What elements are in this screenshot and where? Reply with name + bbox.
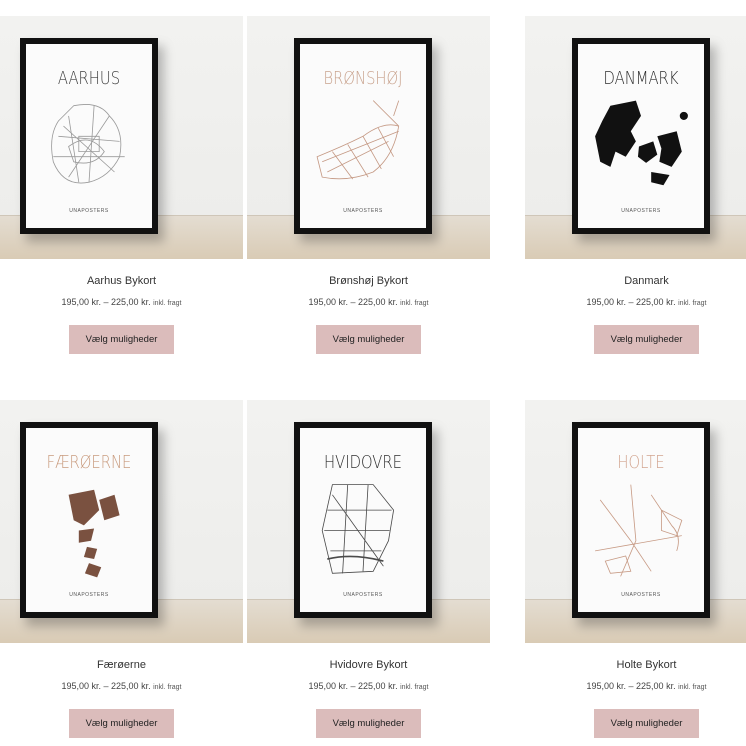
product-image[interactable]: HVIDOVRE UNAPOSTERS: [247, 400, 490, 643]
poster-title: HOLTE: [617, 452, 665, 473]
select-options-button[interactable]: Vælg muligheder: [316, 325, 421, 354]
product-info: Brønshøj Bykort 195,00 kr. – 225,00 kr. …: [247, 274, 490, 354]
holte-map-icon: [595, 484, 683, 577]
product-name[interactable]: Hvidovre Bykort: [247, 658, 490, 672]
select-options-button[interactable]: Vælg muligheder: [69, 325, 174, 354]
poster-frame: DANMARK UNAPOSTERS: [572, 38, 710, 234]
product-name[interactable]: Færøerne: [0, 658, 243, 672]
hvidovre-map-icon: [321, 484, 395, 574]
brand-logo: UNAPOSTERS: [69, 208, 109, 214]
aarhus-map-icon: [51, 104, 125, 184]
bronshoj-map-icon: [316, 100, 400, 180]
poster-frame: FÆRØERNE UNAPOSTERS: [20, 422, 158, 618]
brand-logo: UNAPOSTERS: [343, 208, 383, 214]
poster-frame: HVIDOVRE UNAPOSTERS: [294, 422, 432, 618]
price-range: 195,00 kr. – 225,00 kr.: [586, 681, 676, 691]
product-info: Aarhus Bykort 195,00 kr. – 225,00 kr. in…: [0, 274, 243, 354]
product-info: Hvidovre Bykort 195,00 kr. – 225,00 kr. …: [247, 658, 490, 738]
product-price: 195,00 kr. – 225,00 kr. inkl. fragt: [247, 296, 490, 310]
poster-title: FÆRØERNE: [46, 452, 132, 473]
product-info: Danmark 195,00 kr. – 225,00 kr. inkl. fr…: [525, 274, 746, 354]
product-image[interactable]: HOLTE UNAPOSTERS: [525, 400, 746, 643]
price-range: 195,00 kr. – 225,00 kr.: [586, 297, 676, 307]
product-info: Holte Bykort 195,00 kr. – 225,00 kr. ink…: [525, 658, 746, 738]
product-price: 195,00 kr. – 225,00 kr. inkl. fragt: [247, 680, 490, 694]
product-image[interactable]: AARHUS UNAPOSTERS: [0, 16, 243, 259]
select-options-button[interactable]: Vælg muligheder: [594, 325, 699, 354]
product-card: DANMARK UNAPOSTERS Danmark 195,00 kr. – …: [525, 16, 746, 376]
product-name[interactable]: Danmark: [525, 274, 746, 288]
product-image[interactable]: BRØNSHØJ UNAPOSTERS: [247, 16, 490, 259]
product-card: FÆRØERNE UNAPOSTERS Færøerne 195,00 kr. …: [0, 400, 243, 746]
product-image[interactable]: DANMARK UNAPOSTERS: [525, 16, 746, 259]
product-image[interactable]: FÆRØERNE UNAPOSTERS: [0, 400, 243, 643]
tax-note: inkl. fragt: [400, 684, 429, 691]
price-range: 195,00 kr. – 225,00 kr.: [308, 681, 398, 691]
tax-note: inkl. fragt: [153, 684, 182, 691]
brand-logo: UNAPOSTERS: [69, 592, 109, 598]
product-price: 195,00 kr. – 225,00 kr. inkl. fragt: [0, 296, 243, 310]
select-options-button[interactable]: Vælg muligheder: [594, 709, 699, 738]
select-options-button[interactable]: Vælg muligheder: [69, 709, 174, 738]
product-name[interactable]: Brønshøj Bykort: [247, 274, 490, 288]
product-name[interactable]: Holte Bykort: [525, 658, 746, 672]
poster-title: AARHUS: [57, 68, 121, 89]
price-range: 195,00 kr. – 225,00 kr.: [61, 681, 151, 691]
product-price: 195,00 kr. – 225,00 kr. inkl. fragt: [0, 680, 243, 694]
poster-title: HVIDOVRE: [324, 452, 402, 473]
product-price: 195,00 kr. – 225,00 kr. inkl. fragt: [525, 296, 746, 310]
product-name[interactable]: Aarhus Bykort: [0, 274, 243, 288]
poster-title: BRØNSHØJ: [323, 68, 403, 89]
tax-note: inkl. fragt: [678, 300, 707, 307]
brand-logo: UNAPOSTERS: [621, 592, 661, 598]
poster-frame: HOLTE UNAPOSTERS: [572, 422, 710, 618]
denmark-map-icon: [595, 100, 688, 186]
poster-title: DANMARK: [603, 68, 679, 89]
poster-frame: AARHUS UNAPOSTERS: [20, 38, 158, 234]
brand-logo: UNAPOSTERS: [621, 208, 661, 214]
poster-frame: BRØNSHØJ UNAPOSTERS: [294, 38, 432, 234]
product-card: BRØNSHØJ UNAPOSTERS Brønshøj Bykort 195,…: [247, 16, 490, 376]
tax-note: inkl. fragt: [400, 300, 429, 307]
product-price: 195,00 kr. – 225,00 kr. inkl. fragt: [525, 680, 746, 694]
tax-note: inkl. fragt: [153, 300, 182, 307]
product-info: Færøerne 195,00 kr. – 225,00 kr. inkl. f…: [0, 658, 243, 738]
price-range: 195,00 kr. – 225,00 kr.: [61, 297, 151, 307]
tax-note: inkl. fragt: [678, 684, 707, 691]
product-card: HOLTE UNAPOSTERS Holte Bykort 195,00 kr.…: [525, 400, 746, 746]
faroe-map-icon: [68, 489, 120, 578]
brand-logo: UNAPOSTERS: [343, 592, 383, 598]
select-options-button[interactable]: Vælg muligheder: [316, 709, 421, 738]
product-grid: AARHUS UNAPOSTERS Aarhus Bykort 195,00 k…: [0, 0, 746, 746]
product-card: HVIDOVRE UNAPOSTERS Hvidovre Bykort 195,…: [247, 400, 490, 746]
product-card: AARHUS UNAPOSTERS Aarhus Bykort 195,00 k…: [0, 16, 243, 376]
price-range: 195,00 kr. – 225,00 kr.: [308, 297, 398, 307]
